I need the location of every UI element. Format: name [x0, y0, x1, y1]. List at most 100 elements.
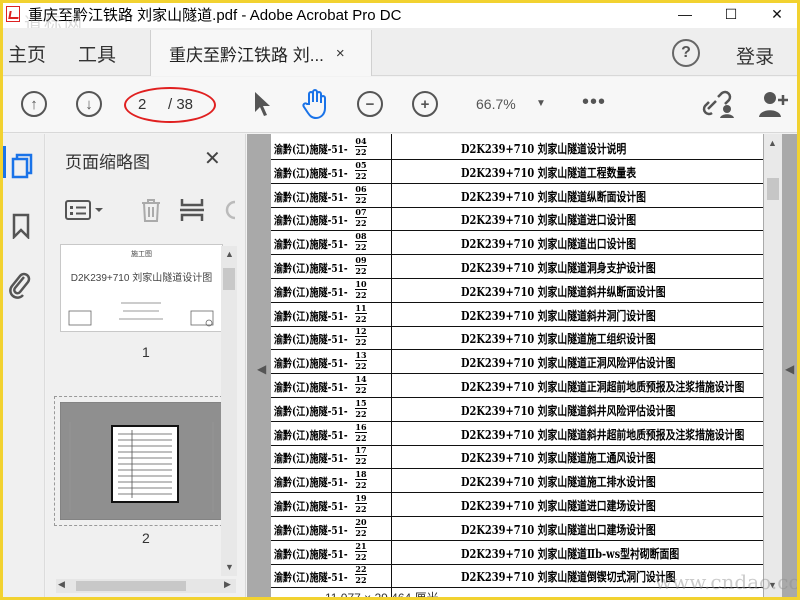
scroll-left-icon[interactable]: ◀ [58, 579, 65, 590]
rotate-page-icon[interactable] [218, 195, 238, 225]
delete-page-icon[interactable] [138, 195, 164, 225]
sheet-total: 22 [355, 147, 367, 157]
sheet-total: 22 [355, 218, 367, 229]
sheet-number: 05 [355, 159, 367, 171]
document-tab-label: 重庆至黔江铁路 刘... [169, 45, 324, 65]
thumbnail-2-image [59, 401, 224, 521]
drawing-code: 渝黔(江)施隧-51- [274, 547, 348, 561]
table-row: 渝黔(江)施隧-51- 17 22 D2K239+710 刘家山隧道施工通风设计图 [271, 445, 763, 470]
table-row: 渝黔(江)施隧-51- 18 22 D2K239+710 刘家山隧道施工排水设计图 [271, 469, 763, 494]
thumbnails-panel: 页面缩略图 ✕ 施工图 D2K239+710 刘家山隧道设计图 1 2 ▲ ▼ … [46, 134, 246, 597]
table-row: 渝黔(江)施隧-51- 06 22 D2K239+710 刘家山隧道纵断面设计图 [271, 184, 763, 208]
add-user-icon[interactable] [757, 89, 789, 119]
thumbnail-horizontal-scrollbar[interactable]: ◀ ▶ [56, 579, 236, 593]
drawing-code: 渝黔(江)施隧-51- [274, 333, 348, 347]
drawing-title: D2K239+710 刘家山隧道正洞超前地质预报及注浆措施设计图 [461, 380, 745, 394]
sheet-fraction: 19 22 [355, 493, 367, 514]
sheet-total: 22 [355, 385, 367, 395]
drawing-title: D2K239+710 刘家山隧道施工通风设计图 [461, 451, 656, 466]
page-thumbnail-2[interactable] [54, 396, 228, 526]
drawing-title: D2K239+710 刘家山隧道施工排水设计图 [461, 475, 656, 490]
table-row: 渝黔(江)施隧-51- 07 22 D2K239+710 刘家山隧道进口设计图 [271, 207, 763, 232]
drawing-title: D2K239+710 刘家山隧道斜井超前地质预报及注浆措施设计图 [461, 427, 745, 442]
previous-page-icon[interactable]: ↑ [21, 91, 47, 117]
close-panel-icon[interactable]: ✕ [204, 146, 221, 171]
thumbnail-options-icon[interactable] [64, 197, 108, 223]
thumbnail-1-title: D2K239+710 刘家山隧道设计图 [70, 273, 213, 284]
table-row: 渝黔(江)施隧-51- 15 22 D2K239+710 刘家山隧道斜井风险评估设计图 [271, 398, 763, 422]
rail-active-indicator [3, 146, 6, 178]
sheet-fraction: 10 22 [355, 279, 367, 300]
scroll-right-icon[interactable]: ▶ [224, 579, 231, 590]
sheet-fraction: 07 22 [355, 207, 367, 228]
drawing-code: 渝黔(江)施隧-51- [274, 190, 348, 204]
sheet-total: 22 [355, 289, 367, 300]
sheet-number: 06 [355, 183, 367, 195]
zoom-in-icon[interactable]: + [412, 91, 438, 117]
extract-page-icon[interactable] [178, 195, 206, 225]
drawing-code: 渝黔(江)施隧-51- [274, 571, 348, 585]
sheet-number: 14 [355, 374, 367, 385]
attachments-icon[interactable] [7, 270, 33, 300]
drawing-code: 渝黔(江)施隧-51- [274, 523, 348, 537]
drawing-code: 渝黔(江)施隧-51- [274, 166, 348, 180]
scroll-up-icon[interactable]: ▲ [225, 249, 234, 259]
document-view[interactable]: ◀ 11.077 × 29.464 厘米 渝黔(江)施隧-51-0422D2K2… [247, 134, 797, 597]
thumbnail-hscroll-thumb[interactable] [76, 581, 186, 591]
drawing-code: 渝黔(江)施隧-51- [274, 452, 348, 466]
table-row: 渝黔(江)施隧-51- 09 22 D2K239+710 刘家山隧道洞身支护设计图 [271, 255, 763, 279]
drawing-title: D2K239+710 刘家山隧道进口建场设计图 [461, 499, 656, 513]
minimize-button[interactable]: — [662, 0, 708, 28]
page-thumbnails-icon[interactable] [9, 152, 35, 180]
sheet-number: 08 [355, 231, 367, 243]
document-scroll-thumb[interactable] [767, 178, 779, 200]
select-cursor-icon[interactable] [250, 89, 274, 119]
expand-right-pane-icon[interactable]: ◀ [785, 362, 794, 376]
table-row: 渝黔(江)施隧-51- 22 22 D2K239+710 刘家山隧道倒锲切式洞门设计图 [271, 564, 763, 589]
maximize-button[interactable]: ☐ [708, 0, 754, 28]
help-icon[interactable]: ? [672, 39, 700, 67]
login-button[interactable]: 登录 [736, 42, 774, 69]
zoom-dropdown-icon[interactable]: ▼ [536, 98, 546, 109]
thumbnail-vertical-scrollbar[interactable]: ▲ ▼ [221, 246, 237, 576]
sheet-total: 22 [355, 408, 367, 419]
sheet-number: 19 [355, 493, 367, 504]
drawing-title: D2K239+710 刘家山隧道出口建场设计图 [461, 522, 656, 537]
sheet-fraction: 17 22 [355, 445, 367, 466]
collapse-panel-icon[interactable]: ◀ [257, 362, 266, 376]
close-window-button[interactable]: ✕ [754, 0, 800, 28]
thumbnail-scroll-thumb[interactable] [223, 268, 235, 290]
table-row: 渝黔(江)施隧-51- 19 22 D2K239+710 刘家山隧道进口建场设计图 [271, 493, 763, 517]
sheet-total: 22 [355, 266, 367, 276]
drawing-code: 渝黔(江)施隧-51- [274, 143, 348, 156]
drawing-code: 渝黔(江)施隧-51- [274, 309, 348, 323]
left-rail [3, 134, 45, 597]
tab-document[interactable]: 重庆至黔江铁路 刘... × [150, 30, 372, 76]
page-thumbnail-1[interactable]: 施工图 D2K239+710 刘家山隧道设计图 [60, 244, 223, 332]
document-tab-close-icon[interactable]: × [336, 45, 345, 62]
tab-tools[interactable]: 工具 [78, 40, 116, 67]
title-bar: 重庆至黔江铁路 刘家山隧道.pdf - Adobe Acrobat Pro DC… [0, 0, 800, 34]
drawing-title: D2K239+710 刘家山隧道施工组织设计图 [461, 332, 656, 347]
sheet-number: 11 [355, 302, 367, 314]
share-link-icon[interactable] [702, 89, 734, 119]
sheet-total: 22 [355, 313, 367, 324]
bookmarks-icon[interactable] [9, 212, 33, 240]
drawing-code: 渝黔(江)施隧-51- [274, 404, 348, 418]
zoom-level[interactable]: 66.7% [476, 96, 516, 112]
tab-home[interactable]: 主页 [8, 40, 46, 67]
table-row: 渝黔(江)施隧-51- 04 22 D2K239+710 刘家山隧道设计说明 [271, 136, 763, 160]
doc-scroll-up-icon[interactable]: ▲ [768, 138, 777, 148]
document-vertical-scrollbar[interactable]: ▲ ▼ [764, 134, 782, 597]
sheet-total: 22 [355, 242, 367, 253]
thumbnail-toolbar [56, 189, 246, 229]
zoom-out-icon[interactable]: − [357, 91, 383, 117]
scroll-down-icon[interactable]: ▼ [225, 562, 234, 572]
drawing-title: D2K239+710 刘家山隧道倒锲切式洞门设计图 [461, 570, 676, 585]
more-tools-icon[interactable]: ••• [582, 91, 606, 114]
sheet-fraction: 05 22 [355, 160, 367, 181]
hand-tool-icon[interactable] [300, 87, 330, 121]
doc-scroll-down-icon[interactable]: ▼ [768, 580, 777, 590]
next-page-icon[interactable]: ↓ [76, 91, 102, 117]
sheet-number: 12 [355, 326, 367, 338]
